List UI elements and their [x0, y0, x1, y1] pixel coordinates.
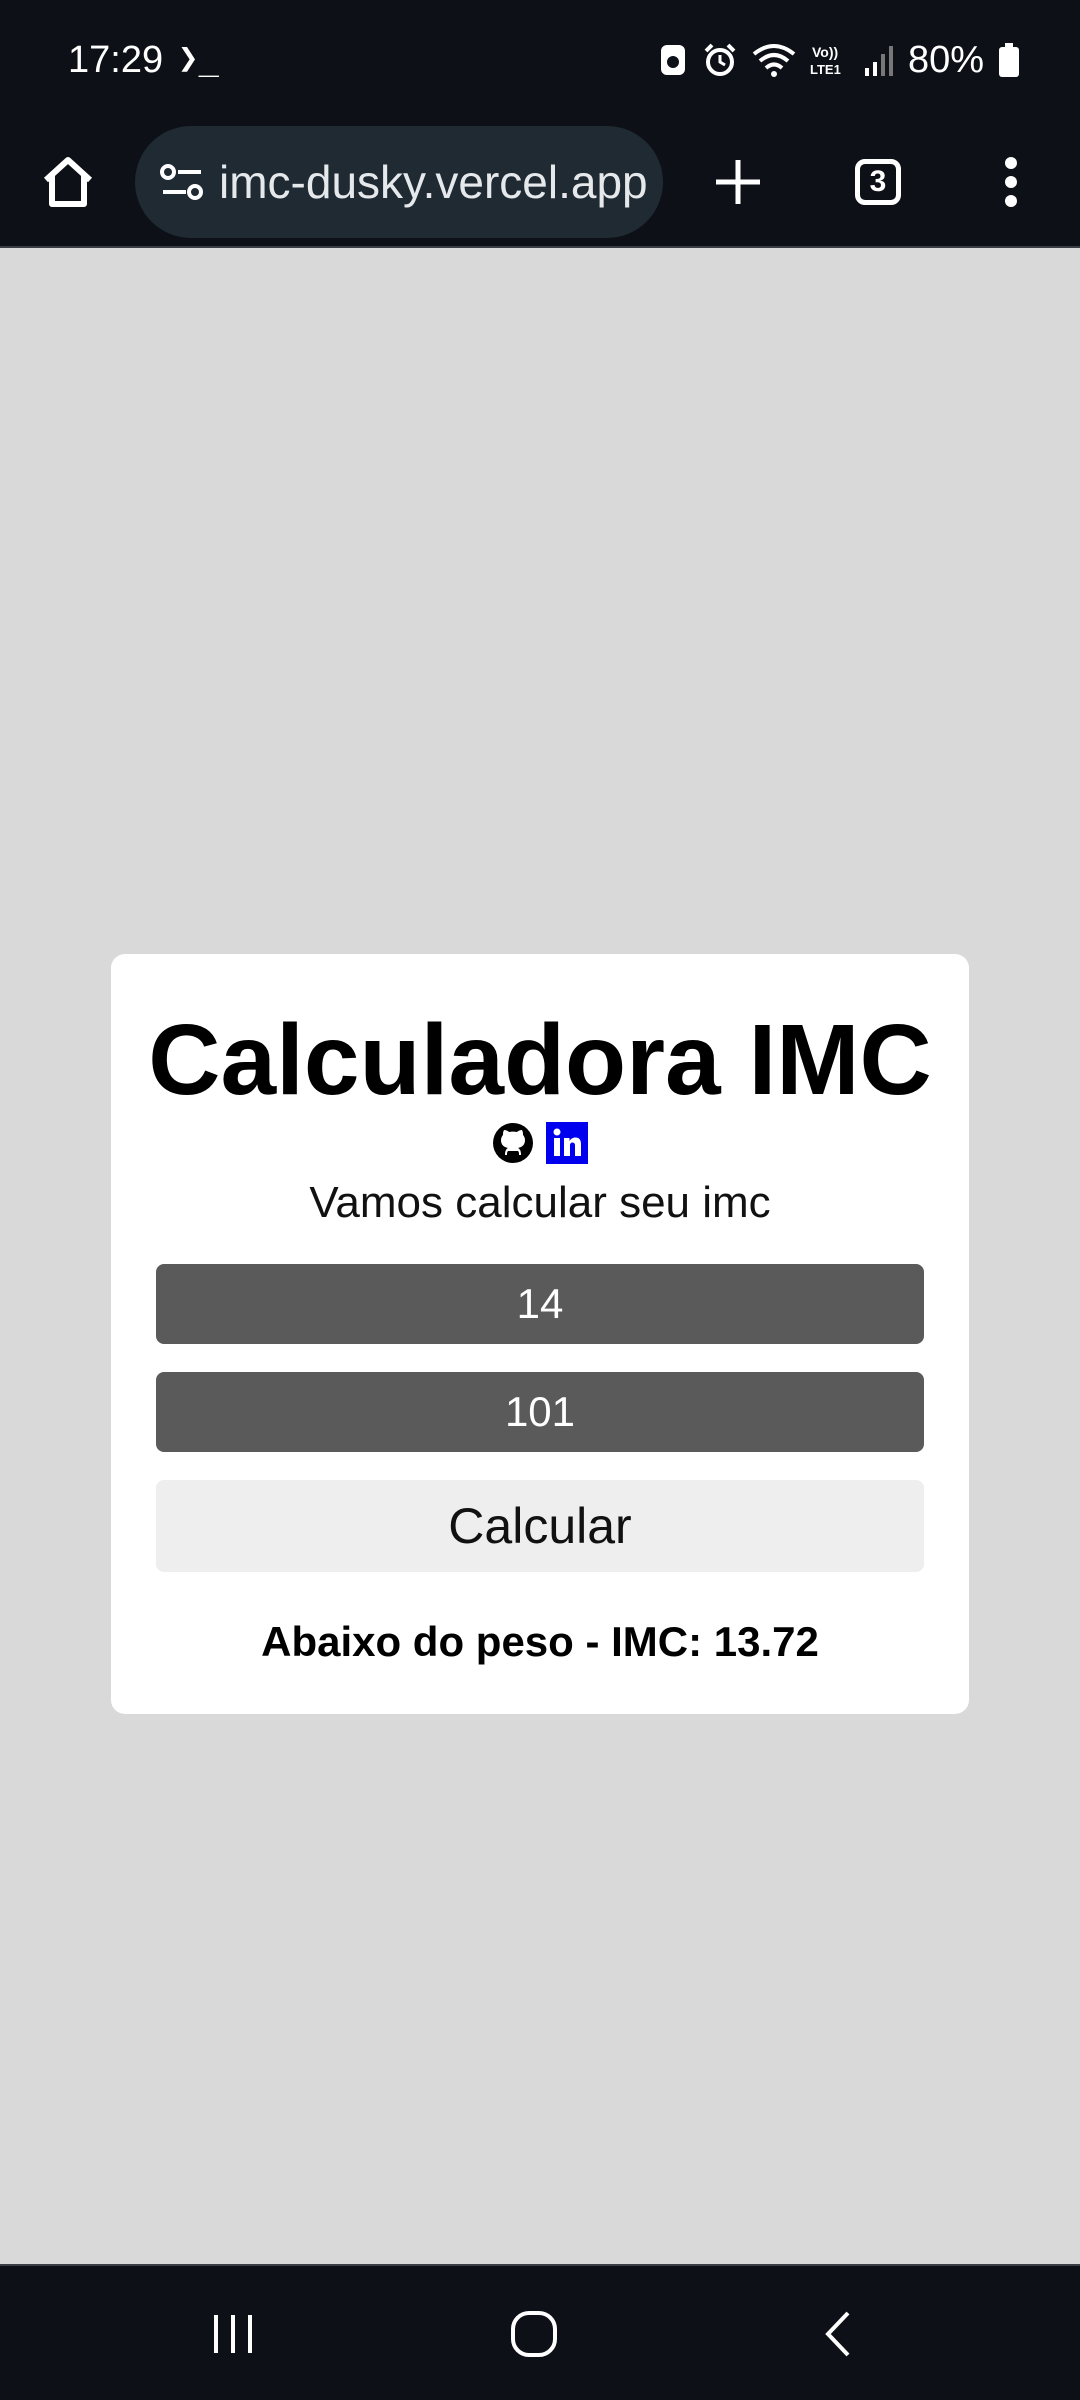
recents-icon — [214, 2315, 252, 2353]
page-viewport: Calculadora IMC Vamos calcular seu imc C… — [0, 248, 1080, 2264]
back-chevron-icon — [825, 2311, 850, 2357]
home-circle-icon — [511, 2311, 557, 2357]
calculate-button[interactable]: Calcular — [156, 1480, 924, 1572]
svg-text:Vo)): Vo)) — [812, 44, 838, 60]
battery-icon — [999, 43, 1019, 77]
menu-button[interactable] — [980, 134, 1042, 230]
recents-button[interactable] — [183, 2296, 283, 2372]
home-icon — [43, 157, 93, 207]
plus-icon — [716, 160, 760, 204]
status-bar: 17:29 ❯_ Vo)) LTE1 80% — [0, 0, 1080, 120]
volte-icon: Vo)) LTE1 — [810, 44, 841, 77]
tab-count: 3 — [855, 159, 901, 205]
new-tab-button[interactable] — [700, 134, 776, 230]
home-nav-button[interactable] — [484, 2296, 584, 2372]
social-links — [111, 1122, 969, 1166]
linkedin-icon[interactable] — [546, 1122, 588, 1164]
result-text: Abaixo do peso - IMC: 13.72 — [261, 1618, 819, 1665]
height-input[interactable] — [156, 1264, 924, 1344]
wifi-icon — [752, 44, 796, 77]
url-text: imc-dusky.vercel.app — [219, 156, 648, 208]
github-icon[interactable] — [492, 1122, 534, 1164]
site-settings-icon — [160, 164, 203, 200]
svg-text:LTE1: LTE1 — [810, 62, 841, 77]
browser-toolbar: imc-dusky.vercel.app 3 — [0, 120, 1080, 248]
terminal-notification-icon: ❯_ — [178, 38, 219, 78]
system-navigation-bar — [0, 2264, 1080, 2400]
back-button[interactable] — [788, 2296, 888, 2372]
status-icons: Vo)) LTE1 80% — [658, 36, 1020, 84]
more-vert-icon — [1005, 157, 1017, 207]
home-button[interactable] — [30, 134, 106, 230]
subtitle: Vamos calcular seu imc — [309, 1178, 771, 1227]
signal-icon — [864, 46, 893, 76]
battery-percent: 80% — [907, 39, 984, 81]
weight-input[interactable] — [156, 1372, 924, 1452]
imc-card: Calculadora IMC Vamos calcular seu imc C… — [111, 954, 969, 1714]
page-title: Calculadora IMC — [148, 1004, 932, 1116]
tab-switcher-button[interactable]: 3 — [838, 134, 918, 230]
url-bar[interactable]: imc-dusky.vercel.app — [135, 126, 663, 238]
device-icon — [660, 45, 685, 75]
status-time: 17:29 — [68, 39, 164, 81]
alarm-icon — [704, 43, 736, 76]
